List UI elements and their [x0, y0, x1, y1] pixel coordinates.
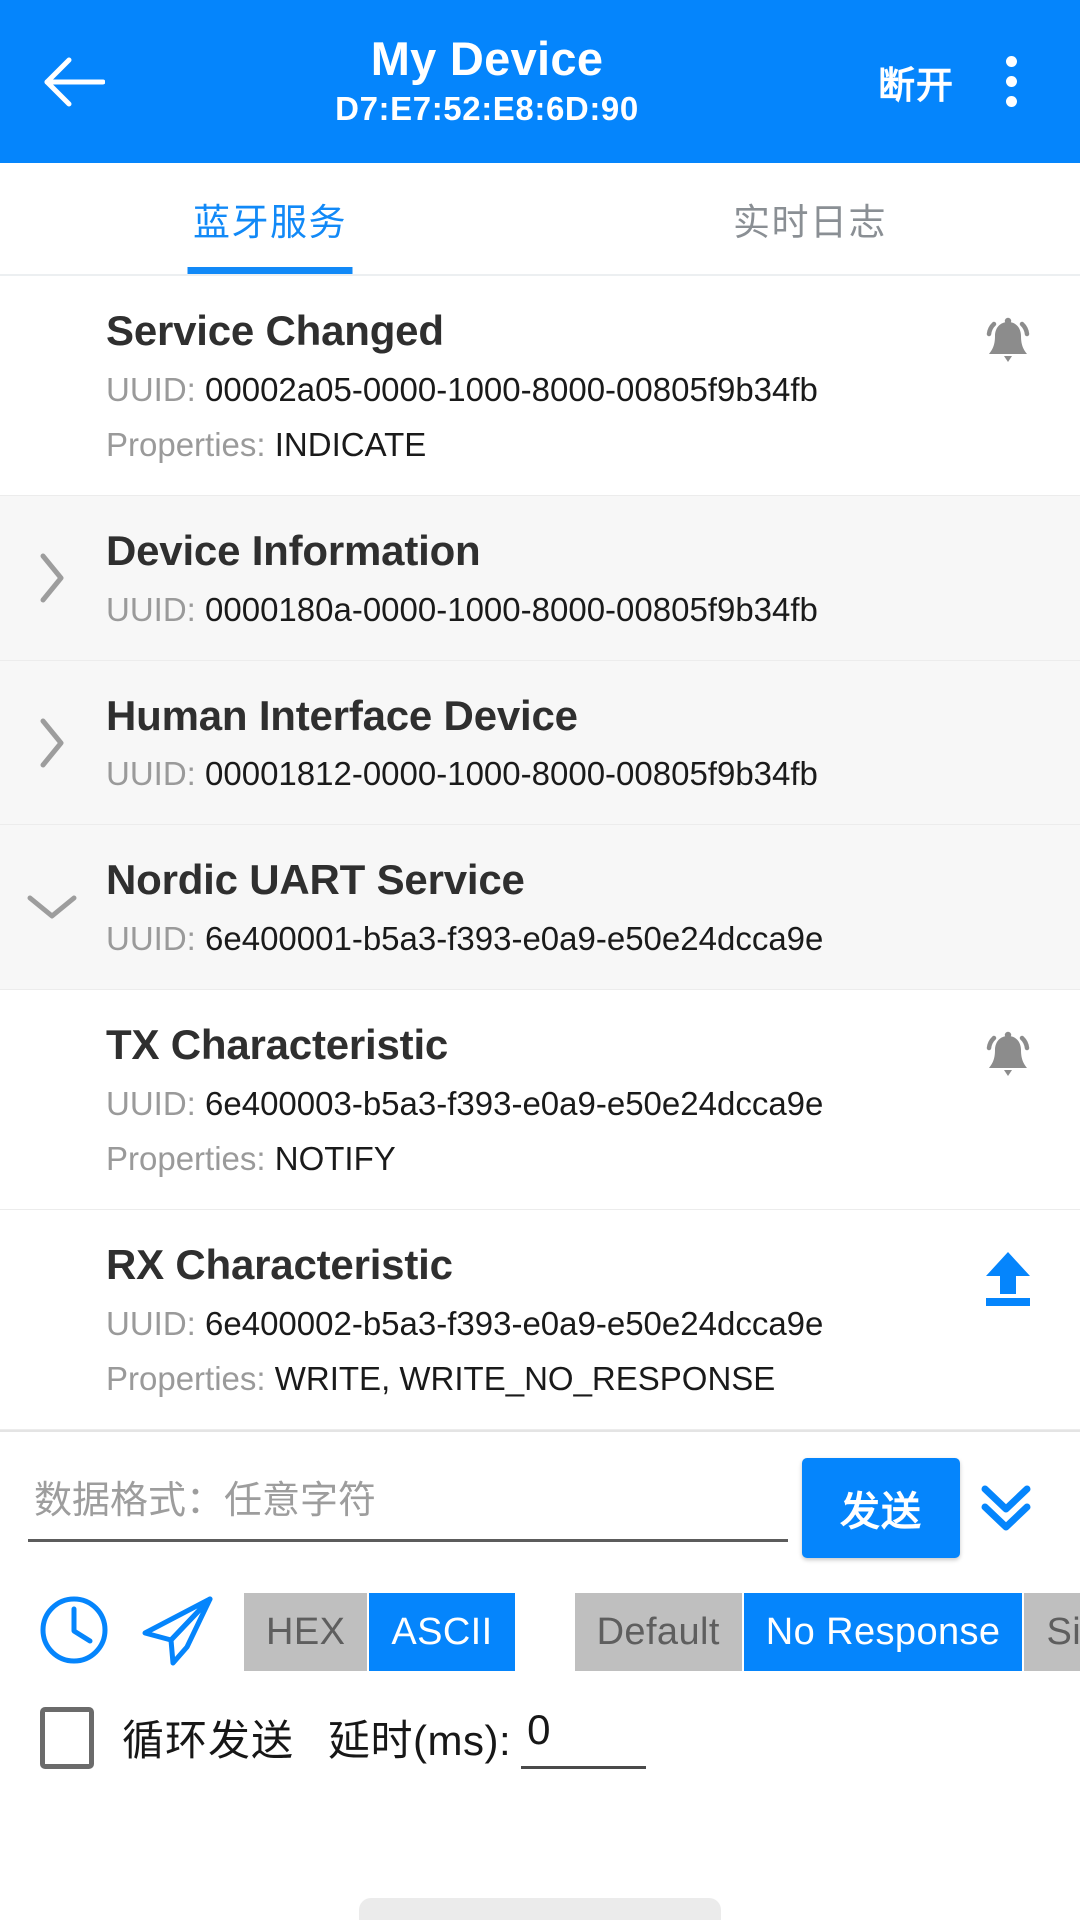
send-button[interactable]: 发送: [802, 1458, 960, 1559]
data-format-toggle-group: HEX ASCII: [244, 1593, 515, 1672]
service-name: Nordic UART Service: [106, 856, 525, 904]
properties-label: Properties:: [106, 1140, 266, 1177]
service-properties-line: Properties: INDICATE: [106, 421, 1050, 469]
paper-plane-icon: [137, 1591, 219, 1674]
arrow-left-icon: [43, 57, 105, 107]
format-option-hex[interactable]: HEX: [244, 1593, 370, 1672]
chevron-down-icon[interactable]: [26, 881, 78, 933]
write-type-signed[interactable]: Signed: [1024, 1593, 1080, 1672]
write-type-no-response[interactable]: No Response: [743, 1593, 1025, 1672]
properties-label: Properties:: [106, 1359, 266, 1397]
characteristic-uuid-line: UUID: 6e400003-b5a3-f393-e0a9-e50e24dcca…: [106, 1080, 1050, 1128]
uuid-value: 00002a05-0000-1000-8000-00805f9b34fb: [205, 370, 818, 408]
uuid-label: UUID:: [106, 1084, 196, 1122]
loop-send-label: 循环发送: [122, 1717, 295, 1765]
clock-icon: [35, 1591, 113, 1674]
service-name: Device Information: [106, 526, 481, 574]
notification-bell-icon: [976, 312, 1040, 381]
uuid-label: UUID:: [106, 920, 196, 958]
uuid-label: UUID:: [106, 1304, 196, 1342]
quick-send-button[interactable]: [126, 1580, 230, 1684]
properties-value: NOTIFY: [274, 1140, 396, 1177]
service-list: Service Changed UUID: 00002a05-0000-1000…: [0, 276, 1080, 1431]
send-bar: 发送: [0, 1430, 1080, 1565]
tab-realtime-log[interactable]: 实时日志: [540, 163, 1080, 274]
back-button[interactable]: [26, 34, 122, 130]
upload-arrow-icon: [978, 1246, 1038, 1315]
service-uuid-line: UUID: 6e400001-b5a3-f393-e0a9-e50e24dcca…: [106, 915, 1050, 963]
tab-bar: 蓝牙服务 实时日志: [0, 163, 1080, 276]
service-name: Service Changed: [106, 307, 444, 354]
service-name: Human Interface Device: [106, 691, 578, 739]
delay-label: 延时(ms):: [328, 1717, 512, 1765]
characteristic-properties-line: Properties: NOTIFY: [106, 1135, 1050, 1183]
write-type-toggle-group: Default No Response Signed: [574, 1593, 1080, 1672]
uuid-value: 6e400003-b5a3-f393-e0a9-e50e24dcca9e: [205, 1084, 824, 1122]
title-block: My Device D7:E7:52:E8:6D:90: [112, 31, 862, 130]
list-item[interactable]: TX Characteristic UUID: 6e400003-b5a3-f3…: [0, 990, 1080, 1211]
list-item[interactable]: Service Changed UUID: 00002a05-0000-1000…: [0, 276, 1080, 496]
uuid-value: 0000180a-0000-1000-8000-00805f9b34fb: [205, 590, 818, 628]
list-item[interactable]: RX Characteristic UUID: 6e400002-b5a3-f3…: [0, 1210, 1080, 1431]
write-button[interactable]: [972, 1244, 1044, 1316]
properties-value: INDICATE: [274, 425, 427, 463]
data-input[interactable]: [28, 1472, 788, 1543]
page-title: My Device: [370, 31, 604, 85]
format-option-ascii[interactable]: ASCII: [369, 1593, 515, 1672]
tab-bluetooth-services[interactable]: 蓝牙服务: [0, 163, 540, 274]
overflow-menu-button[interactable]: [968, 34, 1054, 130]
more-vertical-icon: [1005, 56, 1017, 107]
delay-input[interactable]: [521, 1706, 647, 1770]
list-item[interactable]: Human Interface Device UUID: 00001812-00…: [0, 660, 1080, 826]
list-item[interactable]: Device Information UUID: 0000180a-0000-1…: [0, 495, 1080, 661]
loop-send-row: 循环发送 延时(ms):: [0, 1684, 1080, 1770]
uuid-value: 6e400001-b5a3-f393-e0a9-e50e24dcca9e: [205, 920, 824, 958]
service-uuid-line: UUID: 00001812-0000-1000-8000-00805f9b34…: [106, 750, 1050, 798]
characteristic-uuid-line: UUID: 6e400002-b5a3-f393-e0a9-e50e24dcca…: [106, 1300, 1050, 1348]
send-toolbar: HEX ASCII Default No Response Signed: [0, 1564, 1080, 1684]
list-item[interactable]: Nordic UART Service UUID: 6e400001-b5a3-…: [0, 825, 1080, 991]
history-button[interactable]: [22, 1580, 126, 1684]
uuid-value: 6e400002-b5a3-f393-e0a9-e50e24dcca9e: [205, 1304, 824, 1342]
notify-toggle-button[interactable]: [972, 1024, 1044, 1096]
uuid-value: 00001812-0000-1000-8000-00805f9b34fb: [205, 755, 818, 793]
uuid-label: UUID:: [106, 590, 196, 628]
properties-label: Properties:: [106, 425, 266, 463]
bottom-handle[interactable]: [359, 1898, 721, 1920]
bottom-bar: [0, 1886, 1080, 1920]
data-input-wrap: [28, 1458, 788, 1543]
notify-toggle-button[interactable]: [972, 310, 1044, 382]
chevron-right-icon[interactable]: [26, 552, 78, 604]
double-chevron-down-icon: [975, 1475, 1037, 1542]
characteristic-name: RX Characteristic: [106, 1241, 453, 1289]
service-uuid-line: UUID: 0000180a-0000-1000-8000-00805f9b34…: [106, 586, 1050, 634]
device-mac-address: D7:E7:52:E8:6D:90: [335, 90, 639, 128]
app-bar: My Device D7:E7:52:E8:6D:90 断开: [0, 0, 1080, 163]
notification-bell-icon: [976, 1026, 1040, 1095]
characteristic-properties-line: Properties: WRITE, WRITE_NO_RESPONSE: [106, 1355, 1050, 1403]
properties-value: WRITE, WRITE_NO_RESPONSE: [274, 1359, 776, 1397]
uuid-label: UUID:: [106, 755, 196, 793]
service-uuid-line: UUID: 00002a05-0000-1000-8000-00805f9b34…: [106, 366, 1050, 414]
uuid-label: UUID:: [106, 370, 196, 408]
write-type-default[interactable]: Default: [574, 1593, 744, 1672]
characteristic-name: TX Characteristic: [106, 1021, 449, 1069]
disconnect-button[interactable]: 断开: [872, 43, 960, 121]
chevron-right-icon[interactable]: [26, 717, 78, 769]
loop-send-checkbox[interactable]: [40, 1706, 94, 1769]
expand-panel-button[interactable]: [960, 1458, 1052, 1558]
